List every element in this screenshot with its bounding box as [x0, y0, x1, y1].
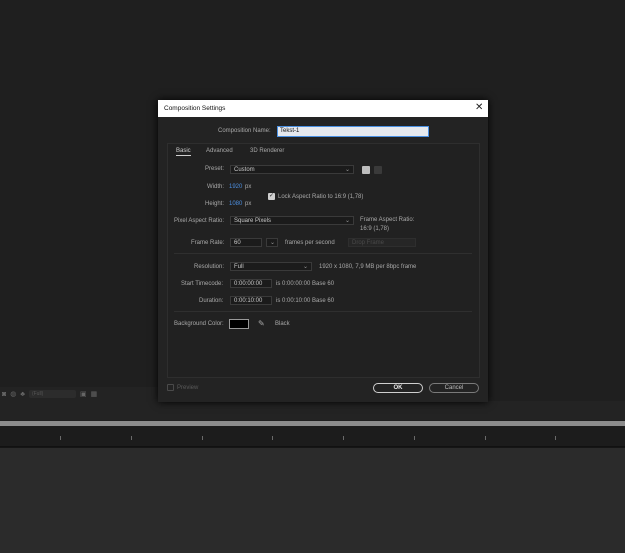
pixel-aspect-label: Pixel Aspect Ratio:	[174, 218, 225, 224]
preset-dropdown[interactable]: Custom ⌄	[230, 165, 354, 174]
ruler-tick	[60, 436, 61, 440]
camera-icon[interactable]: ◙	[2, 391, 6, 398]
resolution-dropdown[interactable]: Full ⌄	[230, 262, 312, 271]
pixel-aspect-dropdown[interactable]: Square Pixels ⌄	[230, 216, 354, 225]
resolution-dropdown[interactable]: (Full)	[28, 390, 76, 398]
bg-color-swatch[interactable]	[229, 319, 249, 329]
settings-panel: Basic Advanced 3D Renderer Preset: Custo…	[167, 143, 480, 378]
tab-3d-renderer[interactable]: 3D Renderer	[250, 148, 284, 154]
chevron-down-icon: ⌄	[269, 240, 275, 246]
bg-color-label: Background Color:	[174, 321, 224, 327]
ruler-tick	[555, 436, 556, 440]
ruler-tick	[485, 436, 486, 440]
ruler-tick	[343, 436, 344, 440]
ruler-tick	[131, 436, 132, 440]
preview-checkbox[interactable]	[167, 384, 174, 391]
frame-rate-dropdown[interactable]: ⌄	[266, 238, 278, 247]
dialog-title: Composition Settings	[164, 105, 226, 112]
channels-icon[interactable]: ◍	[10, 390, 16, 398]
chevron-down-icon: ⌄	[344, 167, 350, 173]
frame-aspect-value: 16:9 (1,78)	[360, 226, 390, 232]
height-unit: px	[245, 201, 252, 207]
region-icon[interactable]: ▣	[80, 390, 87, 398]
delete-preset-icon[interactable]	[374, 166, 382, 174]
chevron-down-icon: ⌄	[302, 264, 308, 270]
lock-aspect-checkbox[interactable]: ✓	[268, 193, 275, 200]
divider	[174, 253, 472, 254]
divider	[174, 311, 472, 312]
save-preset-icon[interactable]	[362, 166, 370, 174]
drop-frame-dropdown[interactable]: Drop Frame	[348, 238, 416, 247]
timeline-ruler[interactable]	[0, 426, 625, 447]
width-value[interactable]: 1920	[229, 184, 242, 190]
ruler-tick	[202, 436, 203, 440]
drop-frame-value: Drop Frame	[352, 240, 385, 246]
comp-name-label: Composition Name:	[218, 128, 271, 134]
resolution-info: 1920 x 1080, 7,9 MB per 8bpc frame	[319, 264, 417, 270]
frame-rate-unit: frames per second	[285, 240, 335, 246]
chevron-down-icon: ⌄	[344, 218, 350, 224]
start-timecode-info: is 0:00:00:00 Base 60	[276, 281, 335, 287]
ruler-tick	[272, 436, 273, 440]
pixel-aspect-value: Square Pixels	[234, 218, 272, 224]
start-timecode-label: Start Timecode:	[181, 281, 224, 287]
viewer-tools: ◙ ◍ ♣ (Full) ▣ ▦	[2, 390, 97, 398]
resolution-label: Resolution:	[194, 264, 225, 270]
ruler-tick	[414, 436, 415, 440]
frame-rate-input[interactable]: 60	[230, 238, 262, 247]
grid-icon[interactable]: ▦	[91, 390, 98, 398]
eyedropper-icon[interactable]: ✎	[258, 319, 265, 328]
height-value[interactable]: 1080	[229, 201, 242, 207]
preset-label: Preset:	[205, 166, 225, 172]
composition-settings-dialog: Composition Settings ✕ Composition Name:…	[158, 100, 488, 402]
frame-aspect-label: Frame Aspect Ratio:	[360, 217, 415, 223]
close-icon[interactable]: ✕	[475, 102, 483, 113]
duration-label: Duration:	[199, 298, 224, 304]
preview-label: Preview	[177, 385, 199, 391]
comp-name-input[interactable]: Tekst-1	[277, 126, 429, 137]
timeline-layers-area	[0, 447, 625, 553]
ok-button[interactable]: OK	[373, 383, 423, 393]
preset-value: Custom	[234, 167, 255, 173]
cancel-button[interactable]: Cancel	[429, 383, 479, 393]
width-label: Width:	[207, 184, 225, 190]
height-label: Height:	[205, 201, 225, 207]
width-unit: px	[245, 184, 252, 190]
frame-rate-label: Frame Rate:	[191, 240, 225, 246]
tab-basic[interactable]: Basic	[176, 148, 191, 156]
duration-input[interactable]: 0:00:10:00	[230, 296, 272, 305]
tab-advanced[interactable]: Advanced	[206, 148, 233, 154]
color-icon[interactable]: ♣	[20, 391, 25, 398]
resolution-value: Full	[234, 264, 244, 270]
start-timecode-input[interactable]: 0:00:00:00	[230, 279, 272, 288]
bg-color-name: Black	[275, 321, 290, 327]
lock-aspect-label: Lock Aspect Ratio to 16:9 (1,78)	[278, 194, 364, 200]
duration-info: is 0:00:10:00 Base 60	[276, 298, 335, 304]
timeline-header	[0, 401, 625, 420]
